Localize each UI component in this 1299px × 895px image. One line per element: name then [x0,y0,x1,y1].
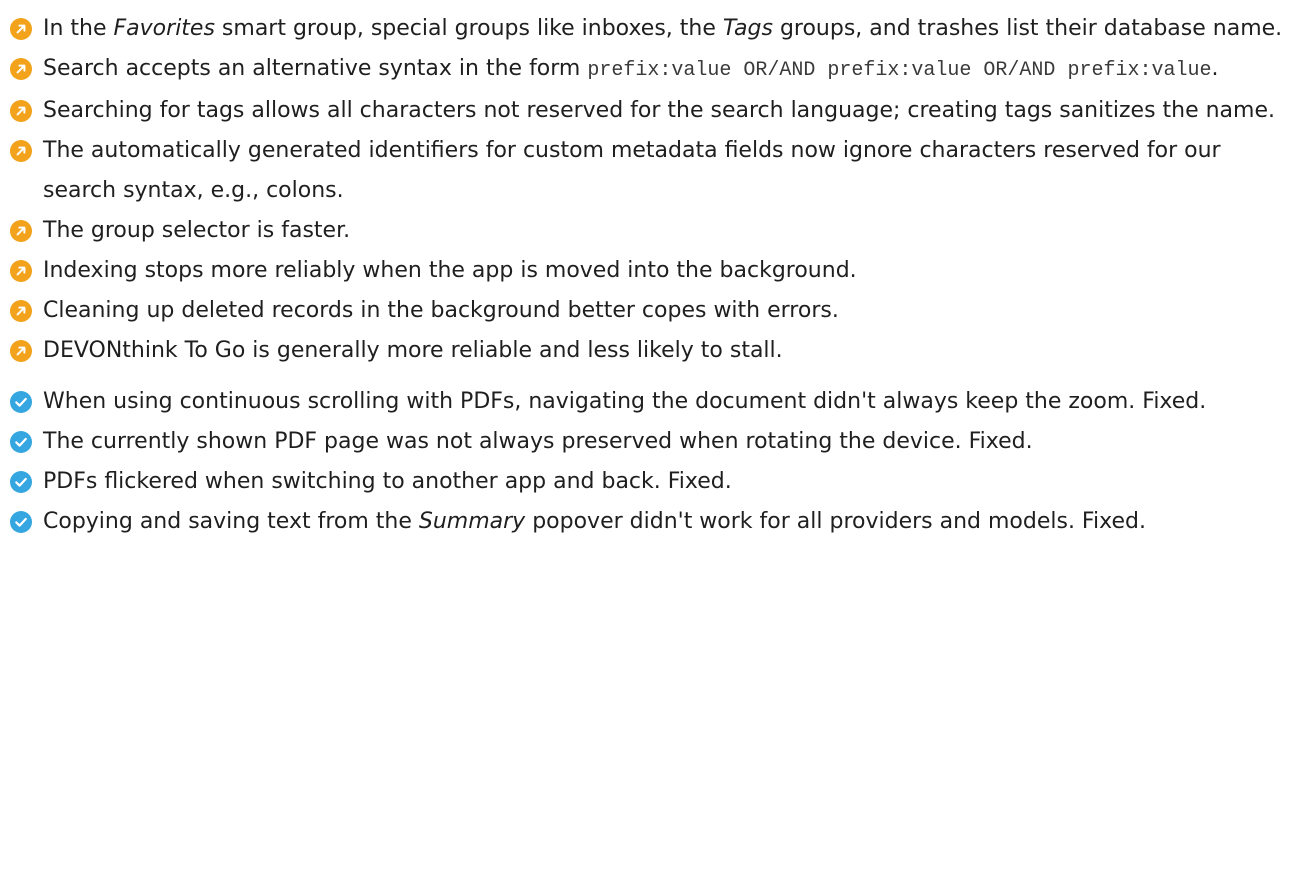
note-text: In the Favorites smart group, special gr… [43,16,1282,41]
text-segment: popover didn't work for all providers an… [525,509,1146,534]
improvement-list-item: The group selector is faster. [0,211,1299,251]
fix-list-item: When using continuous scrolling with PDF… [0,382,1299,422]
checkmark-icon [10,431,32,453]
arrow-up-right-icon [10,260,32,282]
text-segment: The currently shown PDF page was not alw… [43,429,1033,454]
arrow-up-right-icon [10,140,32,162]
text-segment: When using continuous scrolling with PDF… [43,389,1207,414]
code-snippet: prefix:value OR/AND prefix:value OR/AND … [587,59,1212,82]
text-segment: Cleaning up deleted records in the backg… [43,298,839,323]
note-text: When using continuous scrolling with PDF… [43,389,1206,414]
note-text: The automatically generated identifiers … [43,138,1221,203]
improvement-list-item: Indexing stops more reliably when the ap… [0,251,1299,291]
text-segment: Searching for tags allows all characters… [43,98,1275,123]
text-segment: The group selector is faster. [43,218,351,243]
improvement-list-item: Searching for tags allows all characters… [0,91,1299,131]
checkmark-icon [10,511,32,533]
improvement-list-item: DEVONthink To Go is generally more relia… [0,331,1299,371]
improvement-list-item: The automatically generated identifiers … [0,131,1299,211]
arrow-up-right-icon [10,340,32,362]
text-segment: The automatically generated identifiers … [43,138,1221,203]
fix-list-item: Copying and saving text from the Summary… [0,502,1299,542]
improvement-list-item: In the Favorites smart group, special gr… [0,9,1299,49]
arrow-up-right-icon [10,100,32,122]
emphasized-text: Summary [418,509,526,534]
emphasized-text: Favorites [113,16,215,41]
arrow-up-right-icon [10,300,32,322]
text-segment: . [1211,56,1219,81]
fix-list-item: PDFs flickered when switching to another… [0,462,1299,502]
text-segment: DEVONthink To Go is generally more relia… [43,338,783,363]
text-segment: Indexing stops more reliably when the ap… [43,258,857,283]
text-segment: Copying and saving text from the [43,509,419,534]
improvement-list-item: Cleaning up deleted records in the backg… [0,291,1299,331]
note-text: Search accepts an alternative syntax in … [43,56,1219,82]
arrow-up-right-icon [10,58,32,80]
note-text: Cleaning up deleted records in the backg… [43,298,839,323]
improvement-list-item: Search accepts an alternative syntax in … [0,49,1299,91]
note-text: Searching for tags allows all characters… [43,98,1275,123]
emphasized-text: Tags [722,16,773,41]
note-text: The currently shown PDF page was not alw… [43,429,1033,454]
checkmark-icon [10,471,32,493]
note-text: The group selector is faster. [43,218,350,243]
text-segment: smart group, special groups like inboxes… [214,16,723,41]
text-segment: groups, and trashes list their database … [772,16,1283,41]
checkmark-icon [10,391,32,413]
note-text: Indexing stops more reliably when the ap… [43,258,857,283]
release-notes-list: In the Favorites smart group, special gr… [0,9,1299,542]
arrow-up-right-icon [10,18,32,40]
text-segment: In the [43,16,114,41]
text-segment: Search accepts an alternative syntax in … [43,56,588,81]
note-text: DEVONthink To Go is generally more relia… [43,338,783,363]
note-text: Copying and saving text from the Summary… [43,509,1146,534]
arrow-up-right-icon [10,220,32,242]
text-segment: PDFs flickered when switching to another… [43,469,732,494]
fix-list-item: The currently shown PDF page was not alw… [0,422,1299,462]
release-notes-page: In the Favorites smart group, special gr… [0,0,1299,895]
note-text: PDFs flickered when switching to another… [43,469,732,494]
